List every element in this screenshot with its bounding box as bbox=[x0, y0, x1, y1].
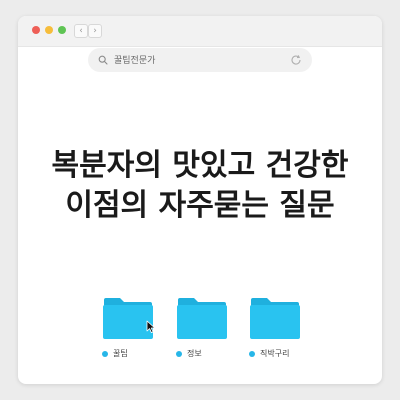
page-title: 복분자의 맛있고 건강한 이점의 자주묻는 질문 bbox=[18, 146, 382, 226]
folder-label-kkultip[interactable]: 꿀팁 bbox=[102, 348, 128, 360]
minimize-window-button[interactable] bbox=[45, 26, 53, 34]
search-text: 꿀팁전문가 bbox=[114, 56, 156, 66]
close-window-button[interactable] bbox=[32, 26, 40, 34]
page-title-line-2: 이점의 자주묻는 질문 bbox=[65, 188, 335, 223]
folder-icon bbox=[250, 298, 300, 339]
folder-label-jeongbo[interactable]: 정보 bbox=[176, 348, 202, 360]
folder-label-text: 정보 bbox=[187, 349, 202, 358]
folder-label-jikbakguri[interactable]: 직박구리 bbox=[249, 348, 289, 360]
folder-dot-icon bbox=[249, 351, 255, 357]
page-title-line-1: 복분자의 맛있고 건강한 bbox=[51, 148, 349, 183]
folder-dot-icon bbox=[176, 351, 182, 357]
title-bar: ‹ › bbox=[18, 16, 382, 47]
mouse-cursor-icon bbox=[146, 320, 156, 333]
search-icon bbox=[98, 55, 108, 65]
folder-label-text: 꿀팁 bbox=[113, 349, 128, 358]
folder-jikbakguri[interactable] bbox=[249, 296, 301, 340]
folder-dot-icon bbox=[102, 351, 108, 357]
folder-jeongbo[interactable] bbox=[176, 296, 228, 340]
folder-icon bbox=[177, 298, 227, 339]
back-button[interactable]: ‹ bbox=[74, 24, 88, 38]
reload-icon[interactable] bbox=[290, 54, 302, 66]
chevron-right-icon: › bbox=[93, 26, 97, 36]
browser-window: ‹ › 꿀팁전문가 복분자의 맛있고 건강한 이점의 자주묻는 질문 꿀팁 정보… bbox=[18, 16, 382, 384]
folder-label-text: 직박구리 bbox=[260, 349, 290, 358]
forward-button[interactable]: › bbox=[88, 24, 102, 38]
search-bar[interactable]: 꿀팁전문가 bbox=[88, 48, 312, 72]
chevron-left-icon: ‹ bbox=[79, 26, 83, 36]
maximize-window-button[interactable] bbox=[58, 26, 66, 34]
